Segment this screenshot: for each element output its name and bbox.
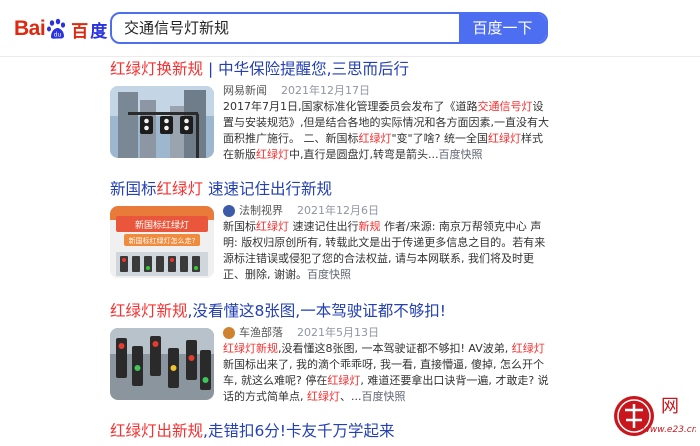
traffic-rule-graphic: 新国标红绿灯 新国标红绿灯怎么走? [110,206,214,278]
result-title[interactable]: 红绿灯出新规,走错扣6分!卡友千万学起来 [110,420,580,442]
source-name[interactable]: 网易新闻 [223,83,267,99]
svg-text:www.e23.cn: www.e23.cn [643,425,696,435]
result-content: 网易新闻 2021年12月17日 2017年7月1日,国家标准化管理委员会发布了… [223,83,553,163]
result-item: 红绿灯换新规 | 中华保险提醒您,三思而后行 网易新闻 2021年12月17日 … [110,58,580,178]
result-thumbnail[interactable] [110,86,214,158]
logo-bai: Bai [14,17,46,40]
result-date: 2021年5月13日 [297,326,379,339]
result-thumbnail[interactable]: 新国标红绿灯 新国标红绿灯怎么走? [110,206,214,278]
search-box: 百度一下 [110,12,548,44]
snapshot-link[interactable]: 百度快照 [438,148,482,161]
svg-text:du: du [54,32,62,39]
logo-cn-bai: 百 [71,21,89,42]
result-title[interactable]: 新国标红绿灯 速速记住出行新规 [110,178,580,200]
result-thumbnail[interactable] [110,328,214,400]
snapshot-link[interactable]: 百度快照 [307,268,351,281]
result-item: 红绿灯新规,没看懂这8张图,一本驾驶证都不够扣! 车渔部落 2021年5月13日… [110,300,580,420]
result-abstract: 2017年7月1日,国家标准化管理委员会发布了《道路交通信号灯设置与安装规范》,… [223,100,549,161]
result-date: 2021年12月17日 [281,84,370,97]
traffic-light-photo [110,86,214,158]
result-title[interactable]: 红绿灯换新规 | 中华保险提醒您,三思而后行 [110,58,580,80]
paw-icon: du [47,18,66,39]
search-button[interactable]: 百度一下 [459,14,546,42]
svg-text:新国标红绿灯怎么走?: 新国标红绿灯怎么走? [129,236,196,245]
snapshot-link[interactable]: 百度快照 [362,390,406,403]
baidu-logo[interactable]: Bai du 百度 [14,15,107,43]
result-title[interactable]: 红绿灯新规,没看懂这8张图,一本驾驶证都不够扣! [110,300,580,322]
result-content: 法制视界 2021年12月6日 新国标红绿灯 速速记住出行新规 作者/来源: 南… [223,203,553,283]
source-name[interactable]: 法制视界 [239,203,283,219]
site-watermark: 网 www.e23.cn [612,390,698,442]
search-input[interactable] [112,14,481,42]
result-abstract: 新国标红绿灯 速速记住出行新规 作者/来源: 南京万帮领克中心 声明: 版权归原… [223,220,546,281]
source-name[interactable]: 车渔部落 [239,325,283,341]
results-list: 红绿灯换新规 | 中华保险提醒您,三思而后行 网易新闻 2021年12月17日 … [110,58,580,444]
result-content: 车渔部落 2021年5月13日 红绿灯新规,没看懂这8张图, 一本驾驶证都不够扣… [223,325,553,405]
result-item: 红绿灯出新规,走错扣6分!卡友千万学起来 [110,420,580,444]
logo-cn-du: 度 [90,21,108,42]
result-item: 新国标红绿灯 速速记住出行新规 新国标红绿灯 新国标红绿灯怎么走? 法制视界 2… [110,178,580,300]
result-date: 2021年12月6日 [297,204,379,217]
svg-text:网: 网 [661,396,679,417]
traffic-lights-photo [110,328,214,400]
result-abstract: 红绿灯新规,没看懂这8张图, 一本驾驶证都不够扣! AV波弟, 红绿灯新国标出来… [223,342,549,403]
source-avatar-icon [223,205,235,217]
result-meta: 车渔部落 2021年5月13日 [223,325,553,341]
result-meta: 法制视界 2021年12月6日 [223,203,553,219]
result-meta: 网易新闻 2021年12月17日 [223,83,553,99]
top-bar: Bai du 百度 百度一下 [0,0,700,57]
source-avatar-icon [223,327,235,339]
svg-text:新国标红绿灯: 新国标红绿灯 [135,219,189,231]
